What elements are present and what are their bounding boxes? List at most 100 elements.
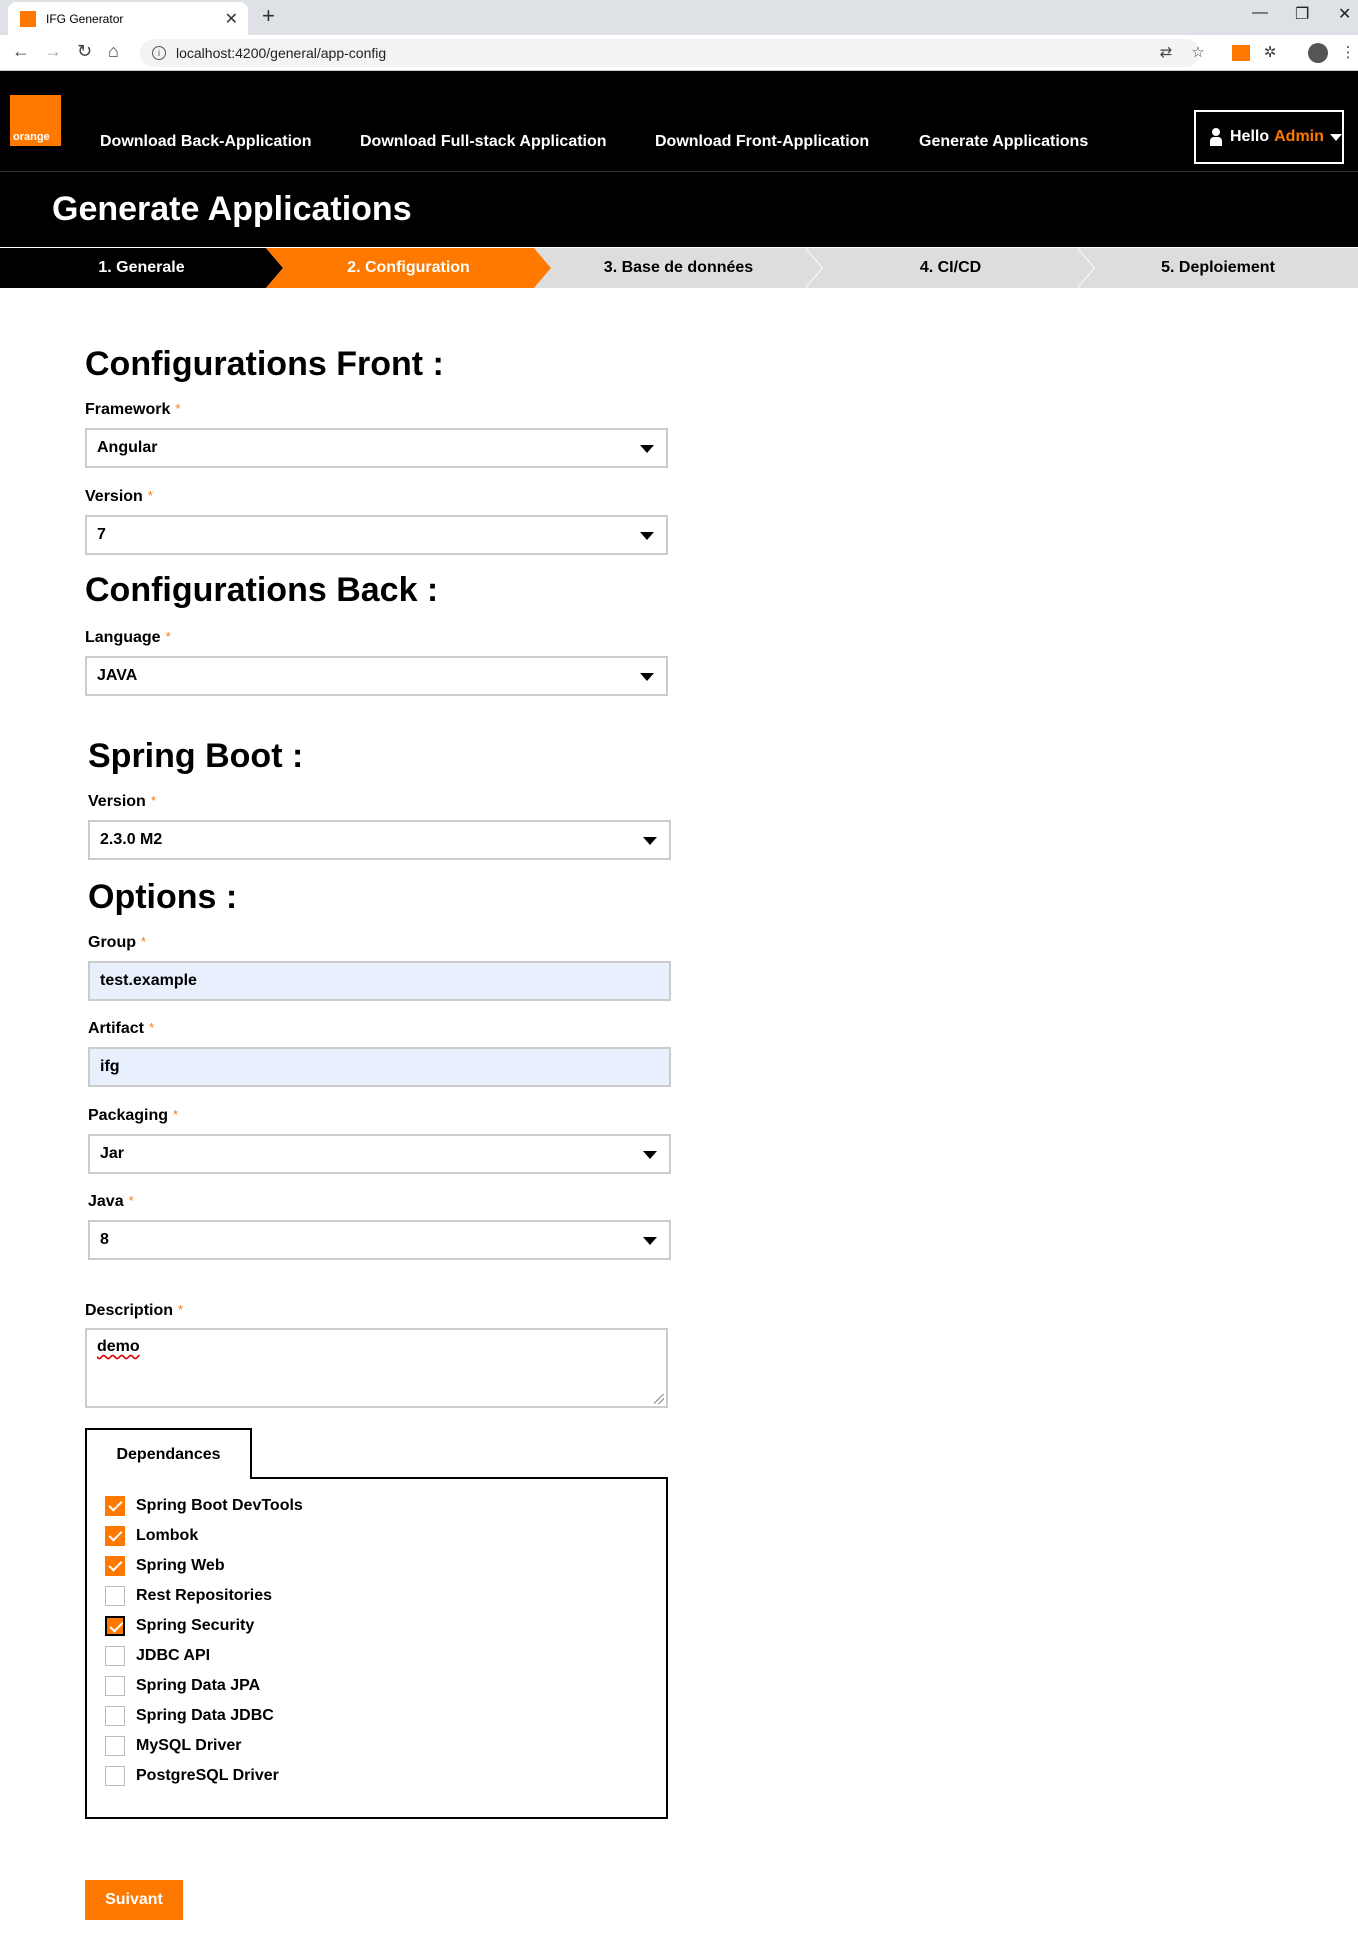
group-label: Group * <box>88 934 147 951</box>
checkbox[interactable] <box>105 1586 125 1606</box>
description-value: demo <box>97 1338 140 1355</box>
language-label: Language * <box>85 629 171 646</box>
artifact-input[interactable]: ifg <box>88 1047 671 1087</box>
dependency-item[interactable]: Lombok <box>105 1526 198 1546</box>
nav-generate-applications[interactable]: Generate Applications <box>919 133 1088 151</box>
tab-dependances[interactable]: Dependances <box>85 1428 252 1479</box>
front-version-value: 7 <box>97 526 106 543</box>
checkbox[interactable] <box>105 1676 125 1696</box>
checkbox[interactable] <box>105 1646 125 1666</box>
step-deploiement[interactable]: 5. Deploiement <box>1078 248 1358 288</box>
dependency-label: PostgreSQL Driver <box>136 1767 279 1784</box>
user-menu-button[interactable]: Hello Admin <box>1194 110 1344 164</box>
dependency-item[interactable]: Spring Data JDBC <box>105 1706 274 1726</box>
front-section-title: Configurations Front : <box>85 345 444 383</box>
close-window-icon[interactable]: ✕ <box>1338 4 1351 24</box>
orange-logo[interactable]: orange <box>10 95 61 146</box>
step-cicd-label: 4. CI/CD <box>919 259 982 276</box>
dependency-item[interactable]: Spring Data JPA <box>105 1676 260 1696</box>
user-greeting: Hello <box>1230 128 1270 145</box>
user-icon <box>1210 128 1222 146</box>
packaging-label: Packaging * <box>88 1107 179 1124</box>
nav-download-front[interactable]: Download Front-Application <box>655 133 869 151</box>
checkbox[interactable] <box>105 1496 125 1516</box>
browser-tabbar: IFG Generator ✕ + — ❐ ✕ <box>0 0 1358 35</box>
dependency-label: Lombok <box>136 1527 199 1544</box>
java-select[interactable]: 8 <box>88 1220 671 1260</box>
description-textarea[interactable]: demo <box>85 1328 668 1408</box>
framework-value: Angular <box>97 439 158 456</box>
extension-bug-icon[interactable]: ✲ <box>1262 45 1278 61</box>
checkbox[interactable] <box>105 1616 125 1636</box>
forward-arrow-icon[interactable]: → <box>44 41 62 62</box>
browser-tab[interactable]: IFG Generator ✕ <box>8 2 248 35</box>
back-section-title: Configurations Back : <box>85 571 439 609</box>
dependency-item[interactable]: JDBC API <box>105 1646 210 1666</box>
packaging-value: Jar <box>100 1145 125 1162</box>
nav-download-back[interactable]: Download Back-Application <box>100 133 312 151</box>
resize-handle-icon[interactable] <box>654 1394 664 1404</box>
spring-version-value: 2.3.0 M2 <box>100 831 163 848</box>
artifact-label: Artifact * <box>88 1020 155 1037</box>
dependency-label: Spring Data JPA <box>136 1677 261 1694</box>
reload-icon[interactable]: ↻ <box>77 41 92 62</box>
step-base-de-donnees[interactable]: 3. Base de données <box>534 248 823 288</box>
extension-icon[interactable] <box>1232 45 1250 61</box>
dependency-item[interactable]: MySQL Driver <box>105 1736 242 1756</box>
address-url: localhost:4200/general/app-config <box>176 45 387 61</box>
checkbox[interactable] <box>105 1526 125 1546</box>
framework-select[interactable]: Angular <box>85 428 668 468</box>
dependency-item[interactable]: Spring Web <box>105 1556 225 1576</box>
dependencies-panel: Spring Boot DevTools Lombok Spring Web R… <box>85 1477 668 1819</box>
step-configuration-label: 2. Configuration <box>347 259 470 276</box>
nav-download-fullstack[interactable]: Download Full-stack Application <box>360 133 607 151</box>
java-value: 8 <box>100 1231 109 1248</box>
more-menu-icon[interactable]: ⋮ <box>1340 45 1356 61</box>
dependency-label: Spring Web <box>136 1557 225 1574</box>
browser-tab-title: IFG Generator <box>46 11 124 26</box>
logo-text: orange <box>13 131 50 143</box>
group-input[interactable]: test.example <box>88 961 671 1001</box>
spring-section-title: Spring Boot : <box>88 737 304 775</box>
checkbox[interactable] <box>105 1736 125 1756</box>
checkbox[interactable] <box>105 1766 125 1786</box>
bookmark-star-icon[interactable]: ☆ <box>1190 45 1206 61</box>
language-select[interactable]: JAVA <box>85 656 668 696</box>
app-header: orange Download Back-Application Downloa… <box>0 71 1358 247</box>
info-icon[interactable]: i <box>152 46 166 60</box>
packaging-select[interactable]: Jar <box>88 1134 671 1174</box>
minimize-window-icon[interactable]: — <box>1252 4 1268 22</box>
description-label: Description * <box>85 1302 184 1319</box>
step-deploiement-label: 5. Deploiement <box>1161 259 1275 276</box>
step-generale[interactable]: 1. Generale <box>0 248 283 288</box>
browser-toolbar: ← → ↻ ⌂ i localhost:4200/general/app-con… <box>0 35 1358 71</box>
dependency-item[interactable]: PostgreSQL Driver <box>105 1766 279 1786</box>
translate-icon[interactable]: ⇄ <box>1158 45 1174 61</box>
next-button[interactable]: Suivant <box>85 1880 183 1920</box>
new-tab-icon[interactable]: + <box>262 3 275 29</box>
page-title: Generate Applications <box>52 190 412 228</box>
dependency-label: Rest Repositories <box>136 1587 273 1604</box>
front-version-select[interactable]: 7 <box>85 515 668 555</box>
dependency-item[interactable]: Spring Boot DevTools <box>105 1496 303 1516</box>
step-cicd[interactable]: 4. CI/CD <box>806 248 1095 288</box>
back-arrow-icon[interactable]: ← <box>12 41 30 62</box>
checkbox[interactable] <box>105 1556 125 1576</box>
spring-version-select[interactable]: 2.3.0 M2 <box>88 820 671 860</box>
home-icon[interactable]: ⌂ <box>108 41 119 62</box>
dropdown-arrow-icon <box>640 445 654 453</box>
front-version-label: Version * <box>85 488 153 505</box>
address-bar[interactable]: i localhost:4200/general/app-config <box>140 39 1200 67</box>
dependency-label: MySQL Driver <box>136 1737 242 1754</box>
dependency-item[interactable]: Rest Repositories <box>105 1586 272 1606</box>
checkbox[interactable] <box>105 1706 125 1726</box>
restore-window-icon[interactable]: ❐ <box>1295 4 1309 24</box>
step-configuration[interactable]: 2. Configuration <box>266 248 551 288</box>
caret-down-icon <box>1329 133 1342 141</box>
step-generale-label: 1. Generale <box>98 259 185 276</box>
close-tab-icon[interactable]: ✕ <box>225 9 238 29</box>
header-divider <box>0 171 1358 172</box>
profile-avatar[interactable] <box>1308 43 1328 63</box>
dependency-item[interactable]: Spring Security <box>105 1616 254 1636</box>
dependency-label: Spring Security <box>136 1617 255 1634</box>
